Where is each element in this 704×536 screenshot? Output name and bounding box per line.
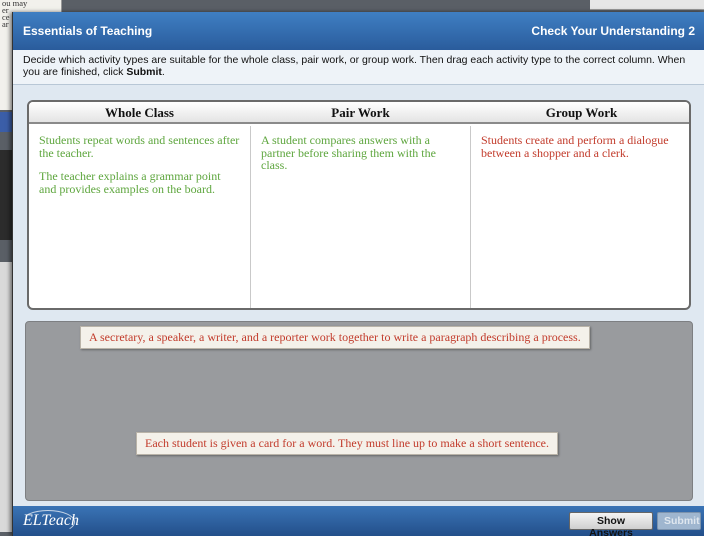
columns-panel: Whole Class Pair Work Group Work Student… (27, 100, 691, 310)
content-area: Whole Class Pair Work Group Work Student… (13, 84, 704, 506)
drop-column-pair-work[interactable]: A student compares answers with a partne… (250, 126, 471, 308)
eltech-logo: ELTeach (23, 512, 79, 529)
submit-button[interactable]: Submit (657, 512, 701, 530)
drop-column-whole-class[interactable]: Students repeat words and sentences afte… (29, 126, 250, 308)
activity-title: Check Your Understanding 2 (531, 24, 695, 38)
app-title: Essentials of Teaching (23, 24, 153, 38)
column-header-pair-work: Pair Work (331, 105, 390, 120)
draggable-activity-card[interactable]: A secretary, a speaker, a writer, and a … (80, 326, 590, 349)
placed-item-correct[interactable]: A student compares answers with a partne… (261, 134, 460, 172)
draggable-activity-card[interactable]: Each student is given a card for a word.… (136, 432, 558, 455)
drag-source-area: A secretary, a speaker, a writer, and a … (25, 321, 693, 501)
instructions-body: Decide which activity types are suitable… (23, 54, 686, 78)
column-header-row: Whole Class Pair Work Group Work (29, 102, 689, 124)
footer-bar: ELTeach Show Answers Submit (13, 506, 704, 536)
title-bar: Essentials of Teaching Check Your Unders… (13, 12, 704, 50)
instructions-end: . (161, 66, 165, 78)
instructions-submit-word: Submit (126, 66, 162, 78)
placed-item-correct[interactable]: The teacher explains a grammar point and… (39, 170, 240, 195)
column-header-group-work: Group Work (545, 105, 618, 120)
background-top-bar (590, 0, 704, 10)
drop-column-group-work[interactable]: Students create and perform a dialogue b… (471, 126, 689, 308)
instructions-text: Decide which activity types are suitable… (23, 54, 695, 78)
show-answers-button[interactable]: Show Answers (569, 512, 653, 536)
activity-window: Essentials of Teaching Check Your Unders… (12, 12, 704, 536)
placed-item-correct[interactable]: Students repeat words and sentences afte… (39, 134, 240, 159)
column-header-whole-class: Whole Class (105, 105, 174, 120)
placed-item-incorrect[interactable]: Students create and perform a dialogue b… (481, 134, 682, 159)
